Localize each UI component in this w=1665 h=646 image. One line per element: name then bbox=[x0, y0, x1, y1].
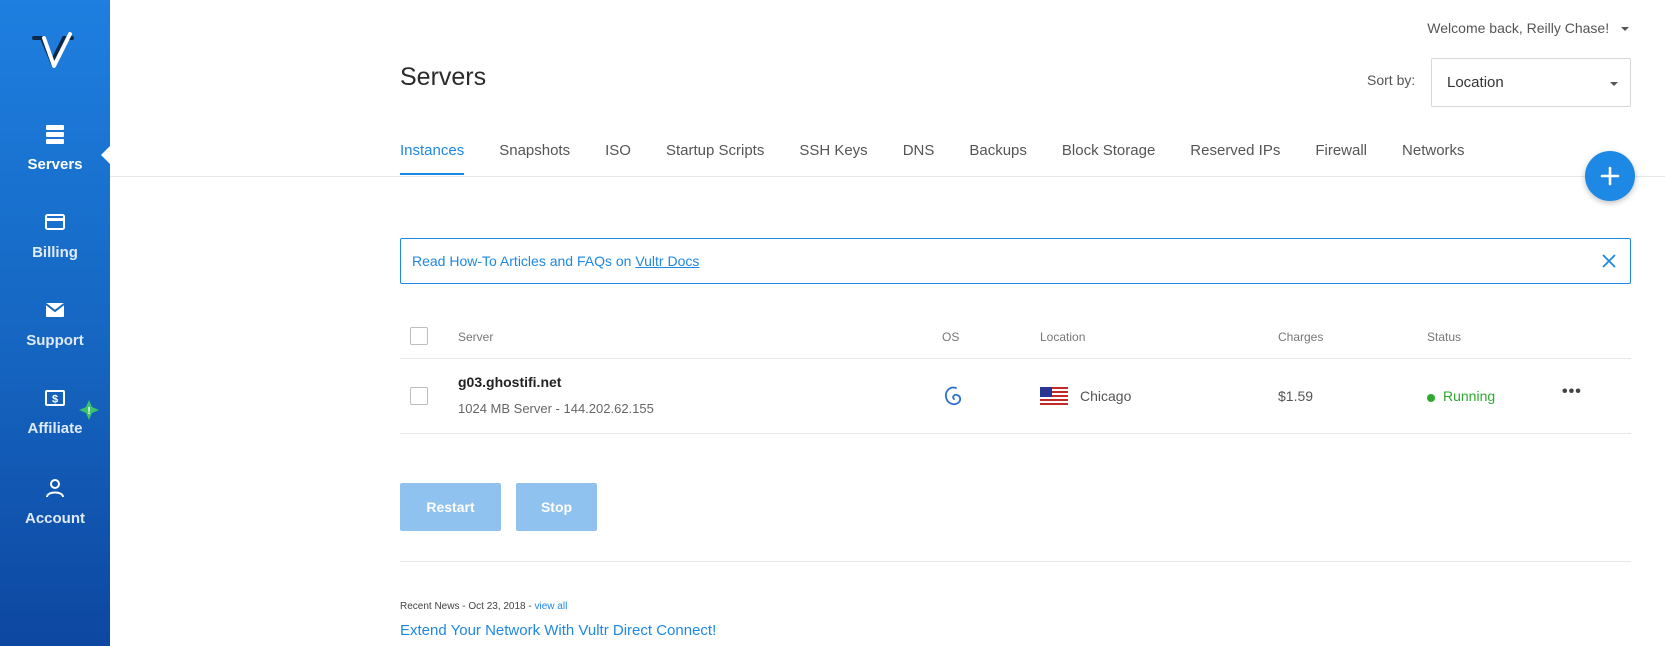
tab-dns[interactable]: DNS bbox=[903, 142, 935, 175]
user-menu[interactable]: Welcome back, Reilly Chase! bbox=[1427, 20, 1629, 36]
active-nav-pointer bbox=[101, 145, 111, 165]
chevron-down-icon bbox=[1621, 27, 1629, 32]
tab-reserved-ips[interactable]: Reserved IPs bbox=[1190, 142, 1280, 175]
table-header: Server OS Location Charges Status bbox=[400, 327, 1631, 359]
news-date: Recent News - Oct 23, 2018 - bbox=[400, 601, 535, 612]
more-options-button[interactable]: ••• bbox=[1562, 383, 1582, 401]
tab-block-storage[interactable]: Block Storage bbox=[1062, 142, 1155, 175]
sidebar: Servers Billing Support $ Affiliate ! Ac… bbox=[0, 0, 111, 646]
deploy-server-button[interactable] bbox=[1585, 151, 1635, 201]
column-header-server[interactable]: Server bbox=[458, 330, 493, 344]
sort-value: Location bbox=[1447, 74, 1504, 91]
table-row[interactable]: g03.ghostifi.net 1024 MB Server - 144.20… bbox=[400, 359, 1631, 434]
status-text: Running bbox=[1443, 388, 1496, 404]
vultr-docs-link[interactable]: Vultr Docs bbox=[635, 253, 699, 269]
close-icon[interactable] bbox=[1601, 253, 1617, 269]
row-checkbox[interactable] bbox=[410, 387, 428, 405]
column-header-charges[interactable]: Charges bbox=[1278, 330, 1323, 344]
sidebar-item-billing[interactable]: Billing bbox=[0, 210, 110, 261]
svg-text:$: $ bbox=[52, 394, 58, 406]
column-header-os[interactable]: OS bbox=[942, 330, 959, 344]
page-title: Servers bbox=[400, 63, 487, 91]
tab-ssh-keys[interactable]: SSH Keys bbox=[799, 142, 867, 175]
svg-text:!: ! bbox=[87, 406, 90, 417]
restart-button[interactable]: Restart bbox=[400, 483, 501, 531]
select-all-checkbox[interactable] bbox=[410, 327, 428, 345]
us-flag-icon bbox=[1040, 387, 1068, 407]
sort-label: Sort by: bbox=[1367, 72, 1416, 88]
tab-bar: Instances Snapshots ISO Startup Scripts … bbox=[400, 142, 1500, 175]
user-icon bbox=[46, 479, 64, 498]
view-all-link[interactable]: view all bbox=[535, 601, 568, 612]
stop-button[interactable]: Stop bbox=[516, 483, 597, 531]
sidebar-item-support[interactable]: Support bbox=[0, 298, 110, 349]
sidebar-item-label: Support bbox=[26, 332, 84, 349]
sidebar-item-account[interactable]: Account bbox=[0, 476, 110, 527]
sort-select[interactable]: Location bbox=[1431, 58, 1631, 107]
server-details: 1024 MB Server - 144.202.62.155 bbox=[458, 401, 654, 416]
envelope-icon bbox=[45, 303, 65, 317]
tab-instances[interactable]: Instances bbox=[400, 142, 465, 175]
news-headline-link[interactable]: Extend Your Network With Vultr Direct Co… bbox=[400, 622, 716, 639]
tab-iso[interactable]: ISO bbox=[605, 142, 631, 175]
sidebar-item-label: Affiliate bbox=[27, 420, 83, 437]
dollar-icon: $ bbox=[45, 390, 65, 406]
status-dot-icon bbox=[1427, 394, 1435, 402]
credit-card-icon bbox=[45, 214, 65, 230]
location-name: Chicago bbox=[1080, 388, 1132, 404]
vultr-logo[interactable] bbox=[30, 32, 80, 76]
charges-value: $1.59 bbox=[1278, 388, 1314, 404]
column-header-location[interactable]: Location bbox=[1040, 330, 1085, 344]
docs-alert: Read How-To Articles and FAQs on Vultr D… bbox=[400, 238, 1631, 284]
tab-firewall[interactable]: Firewall bbox=[1315, 142, 1367, 175]
debian-icon bbox=[944, 386, 962, 406]
sidebar-item-label: Servers bbox=[27, 156, 83, 173]
tab-snapshots[interactable]: Snapshots bbox=[499, 142, 570, 175]
welcome-text: Welcome back, Reilly Chase! bbox=[1427, 20, 1610, 36]
chevron-down-icon bbox=[1610, 82, 1618, 86]
sidebar-item-label: Billing bbox=[32, 244, 78, 261]
tab-startup-scripts[interactable]: Startup Scripts bbox=[666, 142, 764, 175]
tab-backups[interactable]: Backups bbox=[969, 142, 1027, 175]
sidebar-item-servers[interactable]: Servers bbox=[0, 122, 110, 173]
plus-icon bbox=[1600, 166, 1620, 186]
section-divider bbox=[400, 561, 1631, 562]
sidebar-item-label: Account bbox=[25, 510, 85, 527]
alert-text: Read How-To Articles and FAQs on bbox=[412, 253, 636, 269]
servers-icon bbox=[46, 125, 64, 144]
server-name-link[interactable]: g03.ghostifi.net bbox=[458, 374, 561, 390]
tabs-divider bbox=[110, 176, 1665, 177]
alert-badge-icon: ! bbox=[79, 400, 99, 420]
news-meta: Recent News - Oct 23, 2018 - view all bbox=[400, 601, 567, 612]
column-header-status[interactable]: Status bbox=[1427, 330, 1461, 344]
tab-networks[interactable]: Networks bbox=[1402, 142, 1465, 175]
